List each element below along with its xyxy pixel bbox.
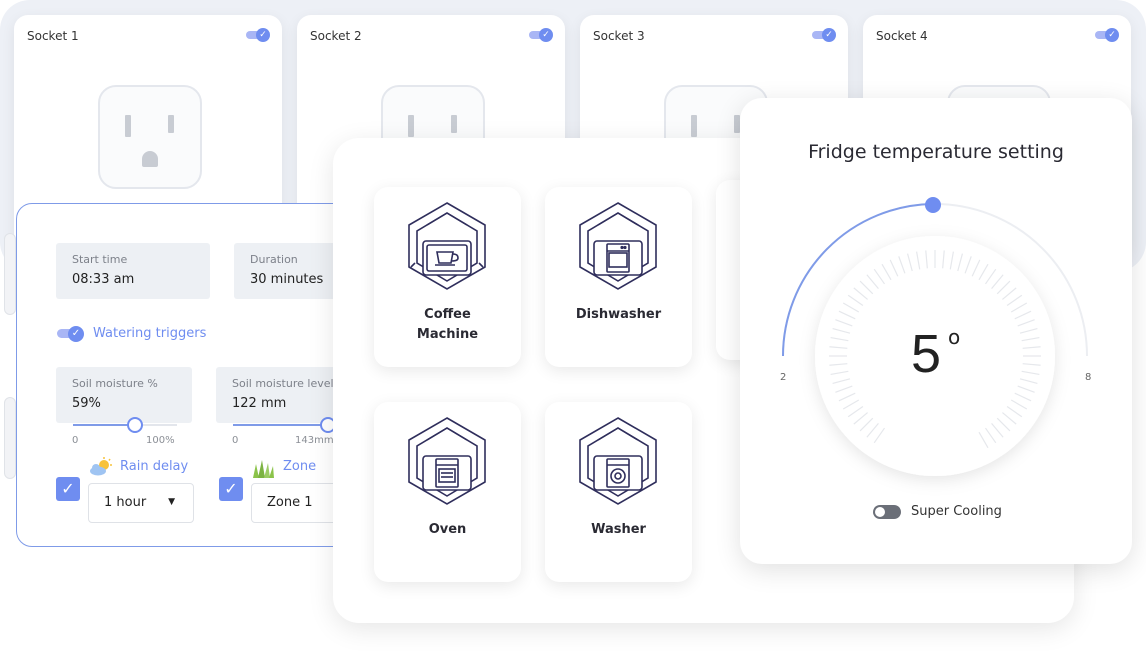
zone-selected: Zone 1 bbox=[267, 495, 313, 510]
appliance-name: Coffee Machine bbox=[416, 307, 479, 342]
degree-symbol: o bbox=[948, 325, 961, 349]
soil-moisture-pct-field[interactable]: Soil moisture % 59% bbox=[56, 367, 192, 423]
slider-max: 100% bbox=[146, 435, 175, 446]
super-cooling-toggle[interactable] bbox=[873, 505, 901, 519]
slider-max: 143mm bbox=[295, 435, 334, 446]
check-icon: ✓ bbox=[61, 479, 75, 498]
appliance-card-washer[interactable]: Washer bbox=[545, 402, 692, 582]
socket-title: Socket 2 bbox=[310, 29, 362, 43]
dial-max-label: 8 bbox=[1085, 372, 1092, 383]
duration-value: 30 minutes bbox=[250, 272, 324, 287]
appliance-card-dishwasher[interactable]: Dishwasher bbox=[545, 187, 692, 367]
appliance-card-oven[interactable]: Oven bbox=[374, 402, 521, 582]
appliance-name: Washer bbox=[591, 522, 646, 537]
caret-down-icon: ▼ bbox=[168, 497, 175, 507]
socket-title: Socket 3 bbox=[593, 29, 645, 43]
slider-thumb[interactable] bbox=[127, 417, 144, 433]
soil-moisture-level-value: 122 mm bbox=[232, 396, 287, 411]
appliance-name: Oven bbox=[428, 522, 467, 537]
fridge-temperature-card: Fridge temperature setting 5 o 2 8 Super… bbox=[740, 98, 1132, 564]
zone-checkbox[interactable]: ✓ bbox=[219, 477, 243, 501]
temperature-value: 5 bbox=[911, 324, 942, 384]
soil-moisture-pct-slider[interactable] bbox=[73, 417, 177, 433]
side-tab bbox=[4, 233, 16, 315]
socket-toggle[interactable]: ✓ bbox=[812, 28, 836, 42]
check-icon: ✓ bbox=[1105, 28, 1119, 42]
socket-toggle[interactable]: ✓ bbox=[529, 28, 553, 42]
start-time-field[interactable]: Start time 08:33 am bbox=[56, 243, 210, 299]
rain-delay-checkbox[interactable]: ✓ bbox=[56, 477, 80, 501]
rain-delay-select[interactable]: 1 hour ▼ bbox=[88, 483, 194, 523]
check-icon: ✓ bbox=[256, 28, 270, 42]
slider-min: 0 bbox=[72, 435, 79, 446]
socket-toggle[interactable]: ✓ bbox=[246, 28, 270, 42]
zone-label: Zone bbox=[283, 459, 317, 474]
grass-icon bbox=[251, 458, 275, 482]
soil-moisture-pct-label: Soil moisture % bbox=[72, 377, 158, 390]
dial-min-label: 2 bbox=[780, 372, 787, 383]
rain-delay-label: Rain delay bbox=[120, 459, 189, 474]
soil-moisture-level-slider[interactable] bbox=[233, 417, 343, 433]
side-tab bbox=[4, 397, 16, 479]
duration-label: Duration bbox=[250, 253, 298, 266]
check-icon: ✓ bbox=[539, 28, 553, 42]
socket-title: Socket 1 bbox=[27, 29, 79, 43]
soil-moisture-level-label: Soil moisture level bbox=[232, 377, 334, 390]
cloud-sun-icon bbox=[88, 457, 114, 481]
temperature-dial[interactable] bbox=[740, 98, 1132, 498]
socket-toggle[interactable]: ✓ bbox=[1095, 28, 1119, 42]
check-icon: ✓ bbox=[822, 28, 836, 42]
check-icon: ✓ bbox=[224, 479, 238, 498]
super-cooling-label: Super Cooling bbox=[911, 504, 1002, 519]
socket-title: Socket 4 bbox=[876, 29, 928, 43]
check-icon: ✓ bbox=[68, 326, 84, 342]
power-outlet-icon bbox=[98, 85, 202, 189]
appliance-name: Dishwasher bbox=[575, 307, 662, 322]
start-time-value: 08:33 am bbox=[72, 272, 135, 287]
soil-moisture-pct-value: 59% bbox=[72, 396, 101, 411]
watering-card: Start time 08:33 am Duration 30 minutes … bbox=[16, 203, 378, 547]
start-time-label: Start time bbox=[72, 253, 128, 266]
rain-delay-selected: 1 hour bbox=[104, 495, 147, 510]
watering-triggers-label: Watering triggers bbox=[93, 326, 207, 341]
dial-handle[interactable] bbox=[925, 197, 941, 213]
slider-min: 0 bbox=[232, 435, 239, 446]
appliance-card-coffee-machine[interactable]: Coffee Machine bbox=[374, 187, 521, 367]
